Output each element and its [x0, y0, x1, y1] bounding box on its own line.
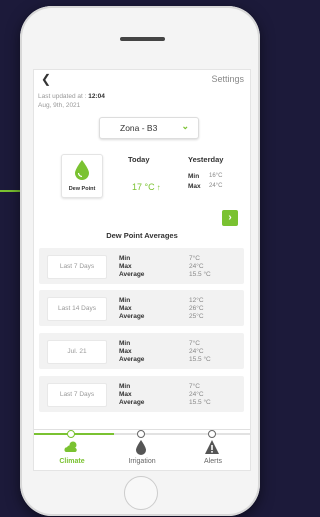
- stat-labels: Min Max Average: [119, 383, 144, 407]
- period-chip[interactable]: Jul. 21: [47, 340, 107, 364]
- today-temperature: 17 °C: [132, 182, 155, 192]
- period-chip[interactable]: Last 14 Days: [47, 297, 107, 321]
- min-value: 7°C: [189, 340, 200, 347]
- droplet-icon: [75, 160, 89, 180]
- max-label: Max: [119, 391, 132, 398]
- avg-value: 15.5 °C: [189, 399, 211, 406]
- droplet-icon: [136, 440, 146, 455]
- last-updated-date: Aug, 9th, 2021: [38, 102, 81, 109]
- stat-labels: Min Max Average: [119, 297, 144, 321]
- cloud-sun-icon: [64, 441, 77, 452]
- period-chip[interactable]: Last 7 Days: [47, 255, 107, 279]
- yesterday-min-label: Min: [188, 173, 200, 180]
- tab-dot: [208, 430, 216, 438]
- tab-label: Irrigation: [128, 458, 156, 465]
- min-value: 7°C: [189, 255, 200, 262]
- settings-link[interactable]: Settings: [211, 74, 244, 84]
- dew-point-card[interactable]: Dew Point: [61, 154, 103, 198]
- app-screen: ❮ Settings Last updated at : 12:04 Aug, …: [33, 69, 251, 471]
- min-value: 12°C: [189, 297, 204, 304]
- today-heading: Today: [128, 155, 150, 164]
- last-updated-time: 12:04: [88, 93, 105, 100]
- stat-values: 12°C 26°C 25°C: [189, 297, 204, 321]
- speaker-grille: [120, 37, 165, 41]
- back-arrow-icon[interactable]: ❮: [41, 72, 51, 86]
- min-label: Min: [119, 340, 131, 347]
- today-value: 17 °C ↑: [132, 182, 161, 192]
- stat-values: 7°C 24°C 15.5 °C: [189, 255, 211, 279]
- avg-value: 15.5 °C: [189, 271, 211, 278]
- average-row: Jul. 21 Min Max Average 7°C 24°C 15.5 °C: [39, 333, 244, 369]
- tab-alerts[interactable]: Alerts: [177, 430, 249, 470]
- average-row: Last 14 Days Min Max Average 12°C 26°C 2…: [39, 290, 244, 326]
- avg-value: 25°C: [189, 313, 204, 320]
- bottom-tab-bar: Climate Irrigation Alerts: [34, 429, 250, 470]
- average-row: Last 7 Days Min Max Average 7°C 24°C 15.…: [39, 376, 244, 412]
- tab-label: Alerts: [204, 458, 222, 465]
- dew-point-label: Dew Point: [68, 186, 96, 192]
- top-bar: ❮ Settings: [34, 70, 250, 90]
- yesterday-max-value: 24°C: [209, 183, 223, 189]
- min-value: 7°C: [189, 383, 200, 390]
- max-label: Max: [119, 348, 132, 355]
- zone-label: Zona - B3: [120, 123, 158, 133]
- tab-climate[interactable]: Climate: [36, 430, 108, 470]
- chevron-down-icon: ⌄: [181, 121, 189, 131]
- last-updated-prefix: Last updated at :: [38, 93, 89, 100]
- min-label: Min: [119, 383, 131, 390]
- warning-icon: [205, 440, 219, 454]
- home-button[interactable]: [124, 476, 158, 510]
- arrow-up-icon: ↑: [156, 183, 161, 192]
- max-value: 24°C: [189, 348, 204, 355]
- avg-value: 15.5 °C: [189, 356, 211, 363]
- tab-irrigation[interactable]: Irrigation: [106, 430, 178, 470]
- last-updated: Last updated at : 12:04 Aug, 9th, 2021: [38, 92, 105, 110]
- stat-labels: Min Max Average: [119, 255, 144, 279]
- avg-label: Average: [119, 399, 145, 406]
- period-chip[interactable]: Last 7 Days: [47, 383, 107, 407]
- yesterday-min-value: 16°C: [209, 173, 223, 179]
- stat-values: 7°C 24°C 15.5 °C: [189, 383, 211, 407]
- yesterday-max-label: Max: [188, 183, 201, 190]
- avg-label: Average: [119, 313, 145, 320]
- chevron-right-icon[interactable]: ›: [222, 210, 238, 226]
- average-row: Last 7 Days Min Max Average 7°C 24°C 15.…: [39, 248, 244, 284]
- stat-values: 7°C 24°C 15.5 °C: [189, 340, 211, 364]
- tab-dot: [67, 430, 75, 438]
- max-value: 26°C: [189, 305, 204, 312]
- avg-label: Average: [119, 271, 145, 278]
- tab-label: Climate: [59, 458, 85, 465]
- avg-label: Average: [119, 356, 145, 363]
- phone-frame: ❮ Settings Last updated at : 12:04 Aug, …: [20, 6, 260, 516]
- max-value: 24°C: [189, 391, 204, 398]
- max-value: 24°C: [189, 263, 204, 270]
- min-label: Min: [119, 297, 131, 304]
- min-label: Min: [119, 255, 131, 262]
- max-label: Max: [119, 263, 132, 270]
- max-label: Max: [119, 305, 132, 312]
- zone-selector[interactable]: Zona - B3 ⌄: [99, 117, 199, 139]
- yesterday-heading: Yesterday: [188, 155, 224, 164]
- stat-labels: Min Max Average: [119, 340, 144, 364]
- averages-title: Dew Point Averages: [106, 231, 178, 240]
- tab-dot: [137, 430, 145, 438]
